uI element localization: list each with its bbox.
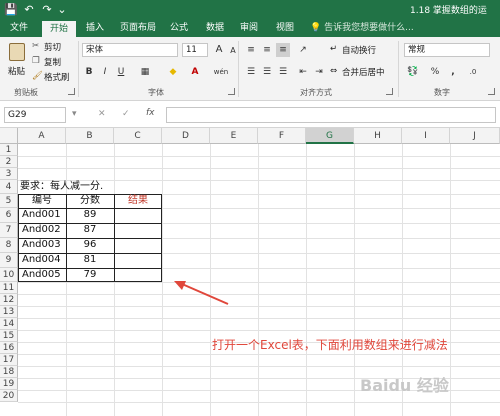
- annotation-arrow: [174, 281, 229, 305]
- annotation-text: 打开一个Excel表，下面利用数组来进行减法: [212, 338, 448, 352]
- watermark: Baidu 经验: [360, 376, 449, 395]
